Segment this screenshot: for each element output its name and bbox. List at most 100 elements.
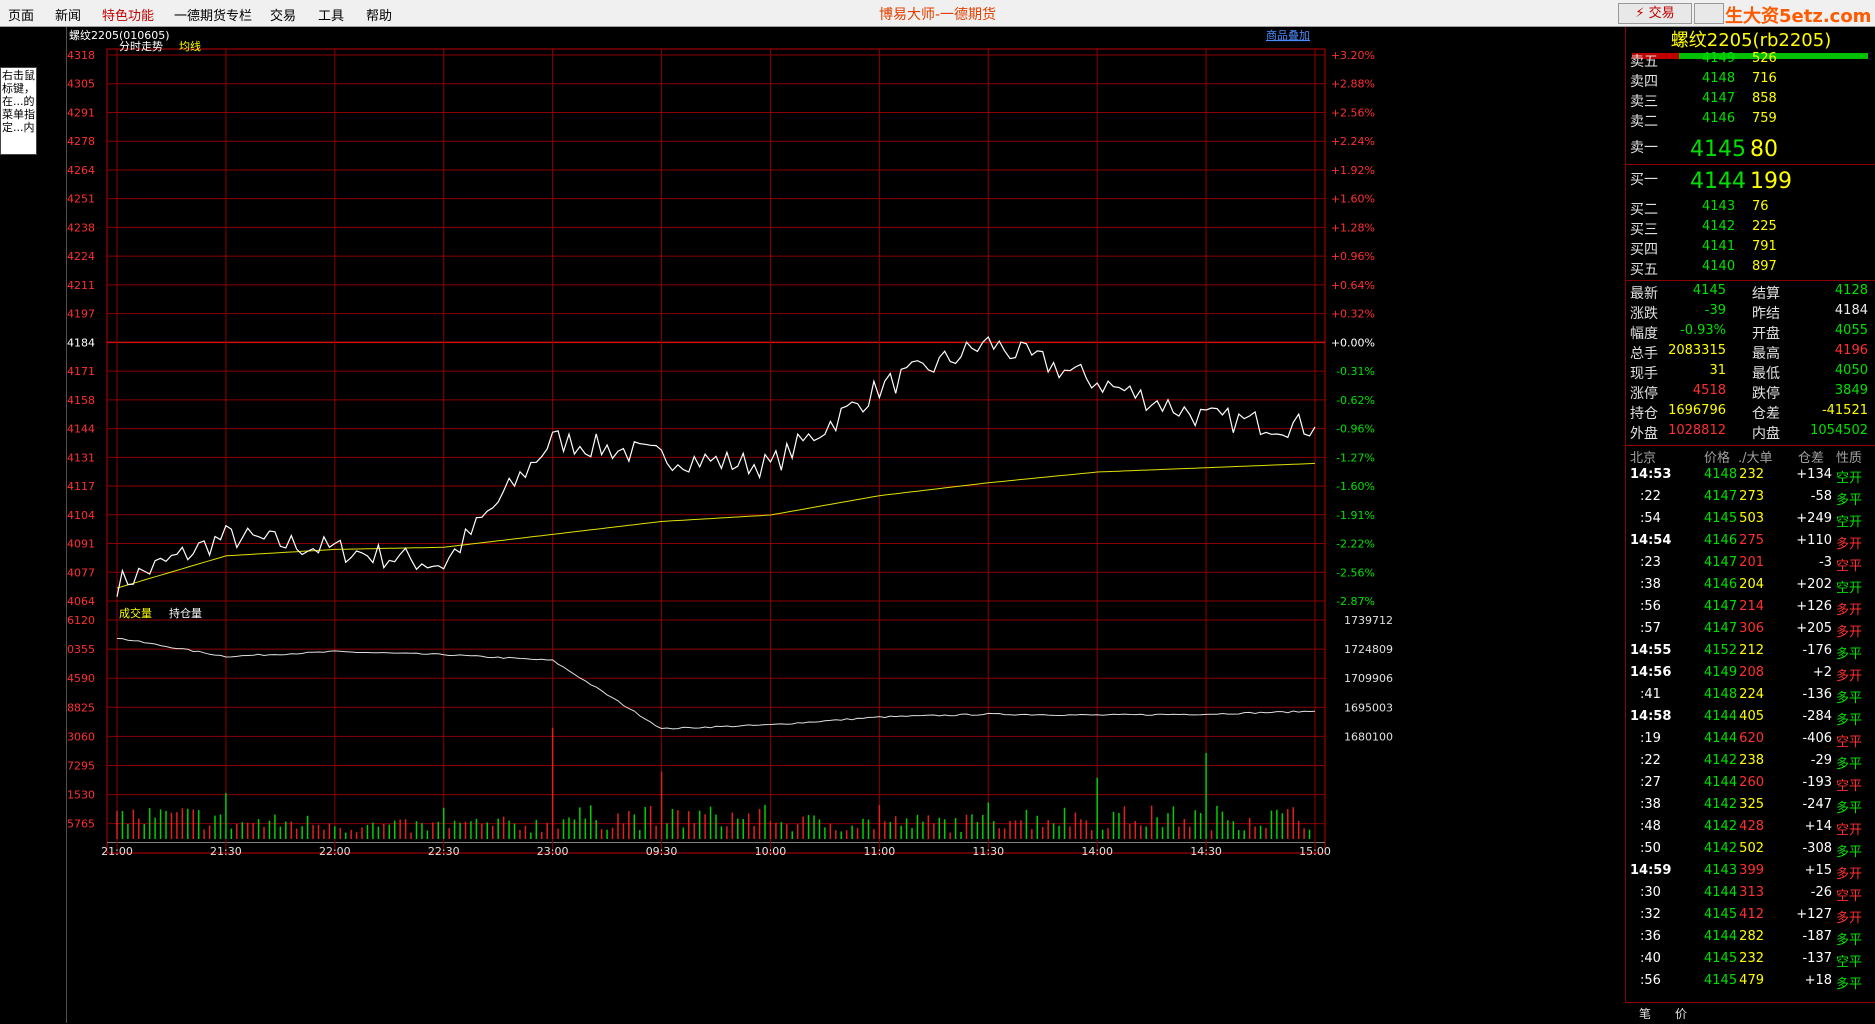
tick-oi-change: +14: [1804, 819, 1832, 834]
tick-row: 14:55 4152 212 -176 多平: [1626, 643, 1875, 663]
tick-time: :38: [1640, 797, 1661, 812]
price-tick-label: 4278: [67, 135, 95, 148]
menu-trade[interactable]: 交易: [270, 5, 296, 24]
tick-row: 14:54 4146 275 +110 多开: [1626, 533, 1875, 553]
tick-time: :30: [1640, 885, 1661, 900]
tick-oi-change: +15: [1804, 863, 1832, 878]
tick-nature: 空平: [1836, 779, 1863, 794]
percent-tick-label: -1.91%: [1336, 509, 1375, 522]
bid-row: 买四 4141 791: [1626, 239, 1875, 259]
tick-nature: 多平: [1836, 845, 1863, 860]
tick-volume: 282: [1739, 929, 1764, 944]
stat-value: 3849: [1834, 383, 1868, 398]
menu-tools[interactable]: 工具: [318, 5, 344, 24]
tick-time: :57: [1640, 621, 1661, 636]
ask-price: 4148: [1702, 71, 1736, 86]
tick-nature: 多开: [1836, 867, 1863, 882]
percent-tick-label: -1.27%: [1336, 451, 1375, 464]
percent-tick-label: -0.96%: [1336, 423, 1375, 436]
tick-nature: 多平: [1836, 933, 1863, 948]
time-tick-label: 11:00: [864, 845, 896, 858]
bid-price: 4140: [1702, 259, 1736, 274]
tick-time: :54: [1640, 511, 1661, 526]
tick-time: :41: [1640, 687, 1661, 702]
open-interest-tick-label: 1695003: [1344, 701, 1393, 714]
stat-value: 4184: [1834, 303, 1868, 318]
tick-time: :19: [1640, 731, 1661, 746]
stat-value: 1028812: [1668, 423, 1726, 438]
tick-time: :23: [1640, 555, 1661, 570]
menu-yide-column[interactable]: 一德期货专栏: [174, 5, 252, 24]
bid-label: 买一: [1630, 172, 1658, 188]
tick-oi-change: +18: [1804, 973, 1832, 988]
tick-oi-change: -29: [1810, 753, 1832, 768]
tick-row: :56 4145 479 +18 多平: [1626, 973, 1875, 993]
menu-news[interactable]: 新闻: [55, 5, 81, 24]
stat-row: 持仓 1696796 仓差 -41521: [1626, 403, 1875, 423]
stat-value: 4050: [1834, 363, 1868, 378]
price-tick-label: 4144: [67, 423, 95, 436]
ask-row: 卖二 4146 759: [1626, 111, 1875, 131]
price-tick-label: 4104: [67, 509, 95, 522]
tick-nature: 多平: [1836, 713, 1863, 728]
menu-features[interactable]: 特色功能: [102, 5, 154, 24]
stat-label: 总手: [1630, 346, 1658, 362]
stat-label: 最低: [1752, 366, 1780, 382]
stat-value: -39: [1704, 303, 1726, 318]
tick-nature: 空平: [1836, 889, 1863, 904]
ask-volume: 759: [1752, 111, 1777, 126]
percent-tick-label: +0.96%: [1331, 250, 1375, 263]
tick-volume: 313: [1739, 885, 1764, 900]
tab-price[interactable]: 价: [1675, 1005, 1687, 1022]
tick-oi-change: -58: [1810, 489, 1832, 504]
tick-time: 14:54: [1630, 533, 1672, 548]
tick-price: 4146: [1704, 577, 1738, 592]
tick-time: 14:59: [1630, 863, 1672, 878]
tick-nature: 空开: [1836, 823, 1863, 838]
price-tick-label: 4318: [67, 49, 95, 62]
tick-oi-change: +134: [1796, 467, 1832, 482]
tick-volume: 412: [1739, 907, 1764, 922]
trade-button[interactable]: ⚡ 交易: [1618, 3, 1692, 24]
tick-row: :40 4145 232 -137 空平: [1626, 951, 1875, 971]
tick-price: 4143: [1704, 863, 1738, 878]
chart-area[interactable]: 螺纹2205(010605) 商品叠加 分时走势 均线 成交量 持仓量 4318 +3.20%…: [67, 27, 1624, 1023]
volume-tick-label: 46120: [67, 614, 95, 627]
percent-tick-label: -0.31%: [1336, 365, 1375, 378]
ask-label: 卖三: [1630, 94, 1658, 110]
tick-oi-change: -137: [1802, 951, 1832, 966]
tick-time: :22: [1640, 489, 1661, 504]
bid-price: 4144: [1690, 169, 1746, 194]
tick-price: 4148: [1704, 467, 1738, 482]
price-tick-label: 4305: [67, 78, 95, 91]
ask-row: 卖四 4148 716: [1626, 71, 1875, 91]
tick-oi-change: +127: [1796, 907, 1832, 922]
menu-help[interactable]: 帮助: [366, 5, 392, 24]
tick-oi-change: -176: [1802, 643, 1832, 658]
tick-row: :50 4142 502 -308 多平: [1626, 841, 1875, 861]
intraday-chart[interactable]: 螺纹2205(010605) 商品叠加分时走势 均线成交量 持仓量4318 +3.20%…: [67, 27, 1624, 1023]
time-tick-label: 22:30: [428, 845, 460, 858]
tick-volume: 273: [1739, 489, 1764, 504]
menu-page[interactable]: 页面: [8, 5, 34, 24]
tick-nature: 多开: [1836, 537, 1863, 552]
stat-label: 涨停: [1630, 386, 1658, 402]
tick-oi-change: +126: [1796, 599, 1832, 614]
legend-open-interest: 持仓量: [169, 606, 202, 620]
tick-volume: 399: [1739, 863, 1764, 878]
stat-value: 4128: [1834, 283, 1868, 298]
tick-nature: 多平: [1836, 647, 1863, 662]
tick-time: 14:55: [1630, 643, 1672, 658]
toolbar-button[interactable]: [1694, 3, 1724, 24]
price-tick-label: 4184: [67, 336, 95, 349]
stat-label: 昨结: [1752, 306, 1780, 322]
tick-oi-change: -284: [1802, 709, 1832, 724]
time-tick-label: 14:30: [1190, 845, 1222, 858]
stat-row: 最新 4145 结算 4128: [1626, 283, 1875, 303]
price-tick-label: 4197: [67, 308, 95, 321]
tick-time: 14:53: [1630, 467, 1672, 482]
tick-volume: 275: [1739, 533, 1764, 548]
legend-average: 均线: [179, 39, 201, 53]
percent-tick-label: -2.22%: [1336, 538, 1375, 551]
tab-ticks[interactable]: 笔: [1639, 1005, 1651, 1022]
